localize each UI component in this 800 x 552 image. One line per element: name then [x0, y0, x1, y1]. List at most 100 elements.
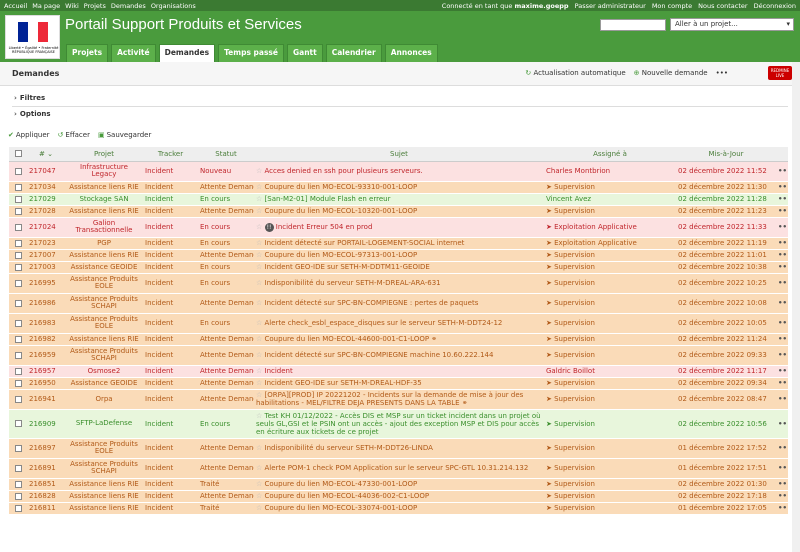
- row-actions[interactable]: •••: [776, 313, 788, 334]
- watch-star-icon[interactable]: ☆: [256, 492, 265, 500]
- table-row[interactable]: 216891 Assistance Produits SCHAPI Incident…: [9, 458, 788, 479]
- issue-project[interactable]: PGP: [65, 237, 143, 250]
- watch-star-icon[interactable]: ☆: [256, 299, 265, 307]
- apply-button[interactable]: ✔ Appliquer: [8, 131, 50, 139]
- row-checkbox[interactable]: [9, 193, 27, 206]
- col-project[interactable]: Projet: [65, 147, 143, 162]
- issue-assignee[interactable]: ➤ Exploitation Applicative: [544, 237, 676, 250]
- issue-id[interactable]: 217034: [27, 181, 65, 194]
- issue-assignee[interactable]: ➤ Supervision: [544, 502, 676, 515]
- issue-project[interactable]: Assistance liens RIE: [65, 502, 143, 515]
- row-checkbox[interactable]: [9, 478, 27, 491]
- more-dots-icon[interactable]: •••: [778, 480, 788, 488]
- row-actions[interactable]: •••: [776, 205, 788, 218]
- more-dots-icon[interactable]: •••: [778, 239, 788, 247]
- row-actions[interactable]: •••: [776, 377, 788, 390]
- account-link[interactable]: Passer administrateur: [575, 2, 646, 10]
- issue-assignee[interactable]: ➤ Supervision: [544, 478, 676, 491]
- row-actions[interactable]: •••: [776, 293, 788, 314]
- row-checkbox[interactable]: [9, 181, 27, 194]
- issue-project[interactable]: Assistance liens RIE: [65, 333, 143, 346]
- more-dots-icon[interactable]: •••: [778, 167, 788, 175]
- issue-assignee[interactable]: ➤ Supervision: [544, 273, 676, 294]
- row-checkbox[interactable]: [9, 409, 27, 439]
- issue-assignee[interactable]: ➤ Supervision: [544, 293, 676, 314]
- account-link[interactable]: Nous contacter: [698, 2, 747, 10]
- issue-project[interactable]: Infrastructure Legacy: [65, 161, 143, 182]
- issue-id[interactable]: 216851: [27, 478, 65, 491]
- more-dots-icon[interactable]: •••: [778, 351, 788, 359]
- table-row[interactable]: 216950 Assistance GEOIDE Incident Attente D…: [9, 377, 788, 390]
- watch-star-icon[interactable]: ☆: [256, 183, 265, 191]
- issue-id[interactable]: 216983: [27, 313, 65, 334]
- table-row[interactable]: 217007 Assistance liens RIE Incident Attent…: [9, 249, 788, 262]
- issue-subject-link[interactable]: Indisponibilité du serveur SETH-M-DDT26-…: [265, 444, 433, 452]
- row-actions[interactable]: •••: [776, 261, 788, 274]
- row-actions[interactable]: •••: [776, 502, 788, 515]
- issue-subject-link[interactable]: Incident détecté sur PORTAIL-LOGEMENT-SO…: [265, 239, 465, 247]
- issue-project[interactable]: Assistance liens RIE: [65, 205, 143, 218]
- more-dots-icon[interactable]: •••: [778, 420, 788, 428]
- select-all-checkbox[interactable]: [9, 147, 27, 162]
- row-actions[interactable]: •••: [776, 438, 788, 459]
- issue-subject-link[interactable]: [ORPA][PROD] IP 20221202 - Incidents sur…: [256, 391, 523, 407]
- top-menu-link[interactable]: Demandes: [111, 2, 146, 10]
- issue-id[interactable]: 216986: [27, 293, 65, 314]
- row-actions[interactable]: •••: [776, 365, 788, 378]
- issue-assignee[interactable]: ➤ Exploitation Applicative: [544, 217, 676, 238]
- table-row[interactable]: 216983 Assistance Produits EOLE Incident En…: [9, 313, 788, 334]
- issue-id[interactable]: 217003: [27, 261, 65, 274]
- current-user-link[interactable]: maxime.goepp: [515, 2, 569, 10]
- top-menu-link[interactable]: Accueil: [4, 2, 27, 10]
- issue-project[interactable]: SFTP-LaDefense: [65, 409, 143, 439]
- row-actions[interactable]: •••: [776, 345, 788, 366]
- more-dots-icon[interactable]: •••: [778, 444, 788, 452]
- watch-star-icon[interactable]: ☆: [256, 351, 265, 359]
- issue-project[interactable]: Orpa: [65, 389, 143, 410]
- watch-star-icon[interactable]: ☆: [256, 279, 265, 287]
- issue-assignee[interactable]: ➤ Supervision: [544, 261, 676, 274]
- issue-id[interactable]: 216982: [27, 333, 65, 346]
- table-row[interactable]: 216828 Assistance liens RIE Incident Attent…: [9, 490, 788, 503]
- issue-subject-link[interactable]: [San-M2-01] Module Flash en erreur: [265, 195, 391, 203]
- top-menu-link[interactable]: Projets: [84, 2, 106, 10]
- issue-subject-link[interactable]: Coupure du lien MO-ECOL-44600-001-C1-LOO…: [265, 335, 430, 343]
- row-actions[interactable]: •••: [776, 409, 788, 439]
- issue-project[interactable]: Assistance Produits EOLE: [65, 273, 143, 294]
- issue-assignee[interactable]: Vincent Avez: [544, 193, 676, 206]
- table-row[interactable]: 216995 Assistance Produits EOLE Incident En…: [9, 273, 788, 294]
- table-row[interactable]: 216957Osmose2IncidentAttente Demandeur☆ …: [9, 365, 788, 378]
- row-actions[interactable]: •••: [776, 249, 788, 262]
- issue-id[interactable]: 216995: [27, 273, 65, 294]
- issue-id[interactable]: 216897: [27, 438, 65, 459]
- row-actions[interactable]: •••: [776, 389, 788, 410]
- watch-star-icon[interactable]: ☆: [256, 379, 265, 387]
- more-dots-icon[interactable]: •••: [778, 183, 788, 191]
- issue-id[interactable]: 217047: [27, 161, 65, 182]
- issue-subject-link[interactable]: Coupure du lien MO-ECOL-10320-001-LOOP: [265, 207, 418, 215]
- issue-id[interactable]: 216909: [27, 409, 65, 439]
- watch-star-icon[interactable]: ☆: [256, 504, 265, 512]
- clear-button[interactable]: ↺ Effacer: [58, 131, 90, 139]
- table-row[interactable]: 216909 SFTP-LaDefense Incident En cours ☆ Te…: [9, 409, 788, 439]
- issue-id[interactable]: 216941: [27, 389, 65, 410]
- row-checkbox[interactable]: [9, 217, 27, 238]
- more-dots-icon[interactable]: •••: [778, 263, 788, 271]
- more-dots-icon[interactable]: •••: [778, 319, 788, 327]
- row-actions[interactable]: •••: [776, 237, 788, 250]
- issue-id[interactable]: 216828: [27, 490, 65, 503]
- row-actions[interactable]: •••: [776, 217, 788, 238]
- issue-id[interactable]: 217023: [27, 237, 65, 250]
- row-actions[interactable]: •••: [776, 161, 788, 182]
- col-updated[interactable]: Mis-à-Jour: [676, 147, 776, 162]
- issue-assignee[interactable]: ➤ Supervision: [544, 313, 676, 334]
- issue-assignee[interactable]: ➤ Supervision: [544, 377, 676, 390]
- issue-project[interactable]: Assistance liens RIE: [65, 490, 143, 503]
- col-id[interactable]: # ⌄: [27, 147, 65, 162]
- more-dots-icon[interactable]: •••: [778, 464, 788, 472]
- row-checkbox[interactable]: [9, 502, 27, 515]
- watch-star-icon[interactable]: ☆: [256, 263, 265, 271]
- row-checkbox[interactable]: [9, 333, 27, 346]
- issue-project[interactable]: Assistance liens RIE: [65, 181, 143, 194]
- search-input[interactable]: [600, 18, 666, 31]
